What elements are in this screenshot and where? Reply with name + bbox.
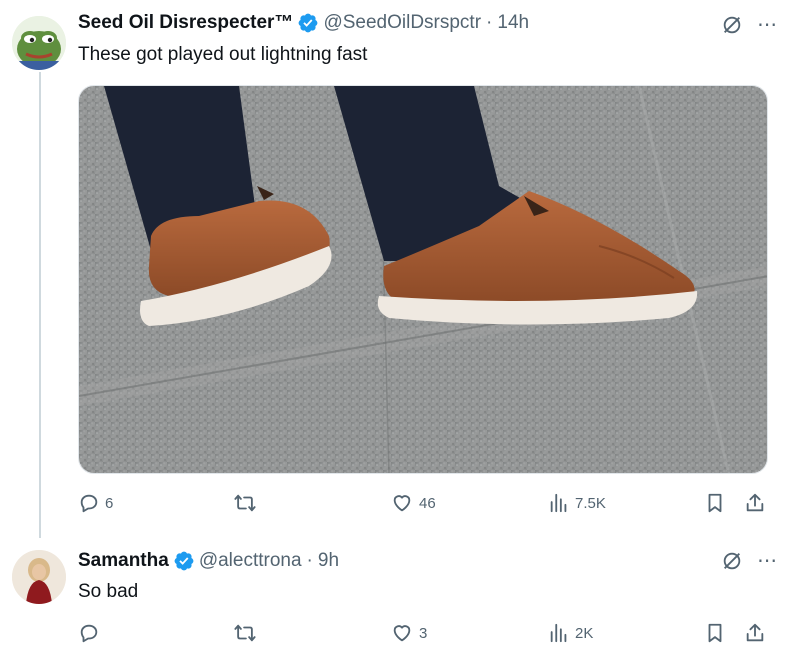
like-count: 3 bbox=[419, 624, 428, 642]
heart-icon bbox=[393, 495, 411, 512]
avatar[interactable] bbox=[12, 16, 66, 70]
handle[interactable]: @alecttrona bbox=[199, 550, 302, 572]
grok-icon[interactable] bbox=[721, 14, 743, 36]
reply-icon bbox=[80, 494, 98, 513]
timestamp[interactable]: 14h bbox=[497, 12, 529, 34]
retweet-action[interactable] bbox=[233, 492, 262, 514]
analytics-icon bbox=[550, 623, 567, 643]
tweet-media-photo[interactable] bbox=[78, 85, 768, 474]
tweet-reply[interactable]: Samantha @alecttrona · 9h ⋯ So bad 3 2K bbox=[0, 538, 792, 666]
share-icon bbox=[746, 623, 764, 642]
retweet-icon bbox=[234, 494, 256, 512]
woman-avatar-icon bbox=[12, 550, 66, 604]
share-icon bbox=[746, 493, 764, 512]
verified-badge-icon bbox=[174, 551, 194, 571]
bookmark-icon bbox=[708, 493, 722, 513]
avatar[interactable] bbox=[12, 550, 66, 604]
tweet-header: Samantha @alecttrona · 9h bbox=[78, 550, 339, 572]
share-action[interactable] bbox=[744, 492, 766, 514]
heart-icon bbox=[393, 625, 411, 642]
reply-action[interactable] bbox=[78, 622, 105, 644]
separator: · bbox=[306, 550, 313, 571]
bookmark-action[interactable] bbox=[704, 492, 726, 514]
handle[interactable]: @SeedOilDsrspctr bbox=[323, 12, 481, 34]
timestamp[interactable]: 9h bbox=[318, 550, 339, 572]
tweet-original[interactable]: Seed Oil Disrespecter™ @SeedOilDsrspctr … bbox=[0, 0, 792, 538]
retweet-icon bbox=[234, 624, 256, 642]
more-options-icon[interactable]: ⋯ bbox=[757, 15, 778, 35]
display-name[interactable]: Seed Oil Disrespecter™ bbox=[78, 12, 293, 34]
more-options-icon[interactable]: ⋯ bbox=[757, 551, 778, 571]
retweet-action[interactable] bbox=[233, 622, 262, 644]
tweet-header: Seed Oil Disrespecter™ @SeedOilDsrspctr … bbox=[78, 12, 529, 34]
shoes-photo bbox=[79, 86, 767, 473]
analytics-icon bbox=[550, 493, 567, 513]
tweet-text: So bad bbox=[78, 581, 139, 602]
frog-avatar-icon bbox=[12, 16, 66, 70]
bookmark-icon bbox=[708, 623, 722, 643]
view-count: 7.5K bbox=[575, 494, 606, 512]
like-action[interactable]: 3 bbox=[390, 622, 427, 644]
view-count: 2K bbox=[575, 624, 594, 642]
tweet-actions: 3 2K bbox=[78, 622, 770, 646]
tweet-actions: 6 46 7.5K bbox=[78, 492, 770, 516]
tweet-text: These got played out lightning fast bbox=[78, 44, 368, 65]
reply-count: 6 bbox=[105, 494, 114, 512]
views-action[interactable]: 7.5K bbox=[548, 492, 606, 514]
display-name[interactable]: Samantha bbox=[78, 550, 169, 572]
share-action[interactable] bbox=[744, 622, 766, 644]
grok-icon[interactable] bbox=[721, 550, 743, 572]
like-count: 46 bbox=[419, 494, 436, 512]
bookmark-action[interactable] bbox=[704, 622, 726, 644]
reply-action[interactable]: 6 bbox=[78, 492, 113, 514]
separator: · bbox=[486, 12, 493, 33]
tweet-top-icons: ⋯ bbox=[721, 550, 778, 572]
verified-badge-icon bbox=[299, 13, 318, 33]
like-action[interactable]: 46 bbox=[390, 492, 436, 514]
tweet-top-icons: ⋯ bbox=[721, 14, 778, 36]
reply-icon bbox=[80, 624, 98, 643]
views-action[interactable]: 2K bbox=[548, 622, 593, 644]
